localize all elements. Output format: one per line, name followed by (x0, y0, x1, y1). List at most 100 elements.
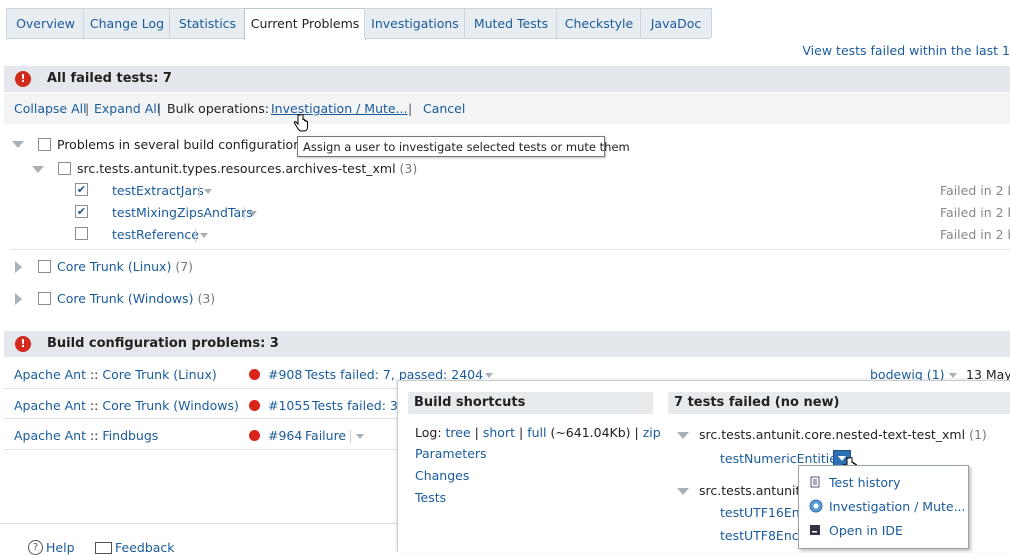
help-icon: ? (28, 540, 43, 555)
failed-tests-title: 7 tests failed (no new) (668, 392, 1010, 414)
collapse-arrow-icon[interactable] (12, 141, 24, 148)
view-failed-tests-link[interactable]: View tests failed within the last 1 (802, 43, 1010, 58)
tab-change-log[interactable]: Change Log (83, 8, 171, 38)
separator: | (408, 101, 413, 116)
chevron-down-icon[interactable] (485, 373, 493, 378)
config-checkbox[interactable] (38, 292, 51, 305)
log-links: Log: tree | short | full (~641.04Kb) | z… (415, 425, 661, 440)
chevron-down-icon[interactable] (949, 373, 957, 378)
group-checkbox[interactable] (38, 138, 51, 151)
failed-status-icon (249, 369, 260, 380)
separator: | (85, 101, 90, 116)
tab-investigations[interactable]: Investigations (364, 8, 466, 38)
mail-icon (95, 542, 112, 554)
build-status-link[interactable]: Tests failed: 3, (312, 398, 402, 413)
divider (350, 430, 351, 443)
log-tree-link[interactable]: tree (446, 425, 471, 440)
chevron-down-icon[interactable] (200, 233, 208, 238)
divider (199, 185, 200, 198)
config-link[interactable]: Core Trunk (Windows) (102, 398, 238, 413)
config-checkbox[interactable] (38, 260, 51, 273)
suite-label: src.tests.antunit.types.resources.archiv… (77, 161, 418, 176)
build-config-row: Apache Ant :: Core Trunk (Linux) (14, 367, 217, 382)
collapse-arrow-icon[interactable] (32, 166, 44, 173)
test-context-menu: Test history Investigation / Mute... Ope… (798, 465, 969, 549)
log-full-link[interactable]: full (527, 425, 546, 440)
config-row[interactable]: Core Trunk (Windows) (3) (57, 291, 215, 306)
parameters-link[interactable]: Parameters (415, 446, 487, 461)
divider (195, 229, 196, 242)
build-number-link[interactable]: #908 (268, 367, 302, 382)
error-icon: ! (15, 71, 31, 87)
divider (244, 207, 245, 220)
config-link[interactable]: Core Trunk (Linux) (102, 367, 216, 382)
expand-all-link[interactable]: Expand All (94, 101, 160, 116)
config-row[interactable]: Core Trunk (Linux) (7) (57, 259, 193, 274)
project-link[interactable]: Apache Ant (14, 398, 86, 413)
build-problems-header: ! Build configuration problems: 3 (4, 331, 1010, 357)
log-short-link[interactable]: short (483, 425, 515, 440)
divider (4, 449, 397, 450)
build-config-row: Apache Ant :: Findbugs (14, 428, 159, 443)
config-link[interactable]: Findbugs (102, 428, 158, 443)
tab-bar: Overview Change Log Statistics Current P… (6, 8, 712, 40)
project-link[interactable]: Apache Ant (14, 367, 86, 382)
expand-arrow-icon[interactable] (15, 293, 22, 305)
divider (10, 249, 1010, 250)
test-link[interactable]: testMixingZipsAndTars (112, 205, 253, 220)
test-checkbox[interactable]: ✔ (75, 183, 88, 196)
build-status-link[interactable]: Failure (305, 428, 346, 443)
project-link[interactable]: Apache Ant (14, 428, 86, 443)
test-link[interactable]: testReference (112, 227, 199, 242)
shortcuts-title: Build shortcuts (408, 392, 653, 414)
hand-cursor-icon (293, 114, 308, 132)
tab-current-problems[interactable]: Current Problems (244, 8, 366, 40)
tab-muted-tests[interactable]: Muted Tests (464, 8, 558, 38)
test-checkbox[interactable] (75, 227, 88, 240)
failed-tests-title: All failed tests: 7 (47, 71, 172, 86)
build-config-row: Apache Ant :: Core Trunk (Windows) (14, 398, 239, 413)
expand-arrow-icon[interactable] (15, 261, 22, 273)
suite-label: src.tests.antunit.core.nested-text-test_… (699, 427, 987, 442)
failed-tests-header: ! All failed tests: 7 (4, 66, 1010, 92)
help-link[interactable]: Help (46, 540, 75, 555)
tab-javadoc[interactable]: JavaDoc (640, 8, 712, 38)
group-label: Problems in several build configurations… (57, 137, 317, 152)
open-in-ide-item[interactable]: Open in IDE (829, 523, 903, 538)
tooltip: Assign a user to investigate selected te… (297, 136, 630, 157)
collapse-arrow-icon[interactable] (677, 432, 689, 439)
cancel-link[interactable]: Cancel (423, 101, 465, 116)
test-status: Failed in 2 b (940, 183, 1010, 198)
tests-link[interactable]: Tests (415, 490, 446, 505)
error-icon: ! (15, 336, 31, 352)
document-icon (810, 476, 820, 488)
test-status: Failed in 2 b (940, 205, 1010, 220)
failed-status-icon (249, 400, 260, 411)
log-zip-link[interactable]: zip (643, 425, 661, 440)
test-link[interactable]: testNumericEntities (720, 451, 843, 466)
test-history-item[interactable]: Test history (829, 475, 901, 490)
investigate-icon (809, 499, 823, 513)
tab-checkstyle[interactable]: Checkstyle (556, 8, 642, 38)
bulk-operations-label: Bulk operations: (167, 101, 269, 116)
tab-statistics[interactable]: Statistics (169, 8, 246, 38)
feedback-link[interactable]: Feedback (115, 540, 175, 555)
build-number-link[interactable]: #964 (268, 428, 302, 443)
failed-status-icon (249, 430, 260, 441)
investigation-mute-item[interactable]: Investigation / Mute... (829, 499, 966, 514)
build-number-link[interactable]: #1055 (268, 398, 310, 413)
collapse-all-link[interactable]: Collapse All (14, 101, 87, 116)
suite-label: src.tests.antunit.t (699, 483, 810, 498)
collapse-arrow-icon[interactable] (677, 488, 689, 495)
chevron-down-icon[interactable] (249, 211, 257, 216)
test-link[interactable]: testUTF8Enco (720, 528, 806, 543)
suite-checkbox[interactable] (58, 162, 71, 175)
test-link[interactable]: testExtractJars (112, 183, 204, 198)
investigation-mute-link[interactable]: Investigation / Mute... (271, 101, 408, 116)
chevron-down-icon[interactable] (204, 189, 212, 194)
chevron-down-icon[interactable] (356, 434, 364, 439)
changes-link[interactable]: Changes (415, 468, 469, 483)
tab-overview[interactable]: Overview (6, 8, 85, 38)
test-checkbox[interactable]: ✔ (75, 205, 88, 218)
test-status: Failed in 2 b (940, 227, 1010, 242)
